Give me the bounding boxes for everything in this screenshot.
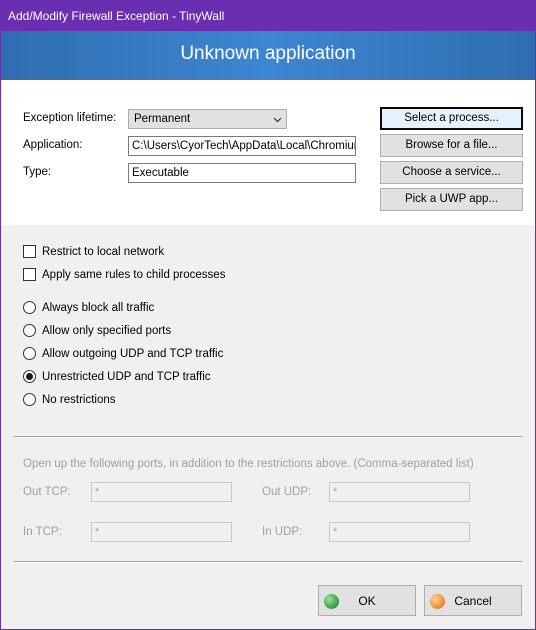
out-tcp-value: *: [95, 486, 100, 498]
restrict-local-label: Restrict to local network: [42, 245, 165, 258]
out-tcp-label: Out TCP:: [23, 486, 71, 498]
application-path-value: C:\Users\CyorTech\AppData\Local\Chromium: [132, 140, 356, 152]
chevron-down-icon: [273, 117, 282, 123]
radio-label: Always block all traffic: [42, 301, 155, 314]
radio-dot[interactable]: [23, 347, 36, 360]
cancel-label: Cancel: [454, 594, 492, 608]
lifetime-label: Exception lifetime:: [23, 112, 117, 124]
title-bar[interactable]: Add/Modify Firewall Exception - TinyWall: [0, 0, 536, 31]
cancel-button[interactable]: Cancel: [424, 585, 522, 616]
application-label: Application:: [23, 139, 83, 151]
checkbox-box[interactable]: [23, 245, 36, 258]
radio-specified-ports[interactable]: Allow only specified ports: [23, 324, 171, 337]
radio-dot-selected[interactable]: [23, 370, 36, 383]
separator: [14, 561, 522, 563]
in-tcp-value: *: [95, 526, 100, 538]
radio-no-restrictions[interactable]: No restrictions: [23, 393, 116, 406]
radio-dot[interactable]: [23, 324, 36, 337]
radio-label: Allow outgoing UDP and TCP traffic: [42, 347, 224, 360]
out-udp-label: Out UDP:: [262, 486, 312, 498]
choose-service-button[interactable]: Choose a service...: [380, 161, 523, 184]
window-title: Add/Modify Firewall Exception - TinyWall: [8, 9, 225, 23]
pick-uwp-button[interactable]: Pick a UWP app...: [380, 188, 523, 211]
radio-dot[interactable]: [23, 301, 36, 314]
application-path-field[interactable]: C:\Users\CyorTech\AppData\Local\Chromium: [128, 136, 356, 156]
dialog-body: Unknown application Exception lifetime: …: [1, 31, 535, 629]
type-field[interactable]: Executable: [128, 163, 356, 183]
out-tcp-input[interactable]: *: [91, 482, 232, 502]
type-label: Type:: [23, 166, 52, 178]
radio-always-block[interactable]: Always block all traffic: [23, 301, 154, 314]
checkbox-box[interactable]: [23, 268, 36, 281]
in-udp-label: In UDP:: [262, 526, 303, 538]
radio-label: No restrictions: [42, 393, 116, 406]
in-tcp-label: In TCP:: [23, 526, 62, 538]
child-processes-label: Apply same rules to child processes: [42, 268, 226, 281]
in-udp-input[interactable]: *: [329, 522, 470, 542]
radio-unrestricted[interactable]: Unrestricted UDP and TCP traffic: [23, 370, 211, 383]
ports-hint: Open up the following ports, in addition…: [23, 458, 474, 470]
restrict-local-checkbox[interactable]: Restrict to local network: [23, 245, 164, 258]
out-udp-value: *: [333, 486, 338, 498]
radio-label: Allow only specified ports: [42, 324, 172, 337]
application-panel: Exception lifetime: Permanent Applicatio…: [1, 80, 535, 225]
in-udp-value: *: [333, 526, 338, 538]
ok-label: OK: [358, 594, 376, 608]
radio-dot[interactable]: [23, 393, 36, 406]
radio-outgoing[interactable]: Allow outgoing UDP and TCP traffic: [23, 347, 223, 360]
lifetime-select[interactable]: Permanent: [128, 109, 287, 129]
ok-button[interactable]: OK: [318, 585, 416, 616]
banner-heading: Unknown application: [180, 43, 356, 64]
header-banner: Unknown application: [1, 31, 535, 80]
separator: [14, 436, 522, 438]
radio-label: Unrestricted UDP and TCP traffic: [42, 370, 211, 383]
out-udp-input[interactable]: *: [329, 482, 470, 502]
type-value: Executable: [132, 167, 189, 179]
lifetime-value: Permanent: [134, 113, 191, 125]
browse-file-button[interactable]: Browse for a file...: [380, 134, 523, 157]
in-tcp-input[interactable]: *: [91, 522, 232, 542]
child-processes-checkbox[interactable]: Apply same rules to child processes: [23, 268, 225, 281]
select-process-button[interactable]: Select a process...: [380, 107, 523, 130]
